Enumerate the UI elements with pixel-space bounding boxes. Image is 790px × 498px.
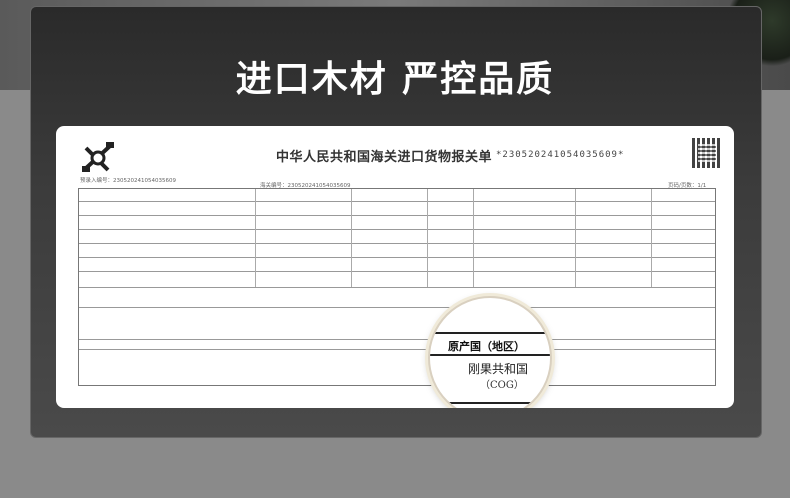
form-col-line: [255, 189, 256, 287]
magnifier-callout: 原产国（地区） 刚果共和国 （COG）: [428, 296, 552, 408]
origin-country-label: 原产国（地区）: [448, 340, 525, 353]
form-row-line: [79, 287, 715, 288]
form-row-line: [79, 215, 715, 216]
form-row-line: [79, 229, 715, 230]
declaration-form-grid: [78, 188, 716, 386]
form-row-line: [79, 339, 715, 340]
form-col-line: [427, 189, 428, 287]
form-col-line: [473, 189, 474, 287]
lens-rule: [430, 402, 550, 404]
form-col-line: [351, 189, 352, 287]
form-row-line: [79, 349, 715, 350]
pre-entry-number: 预录入编号：230520241054035609: [80, 178, 176, 184]
form-row-line: [79, 257, 715, 258]
form-col-line: [575, 189, 576, 287]
form-row-line: [79, 271, 715, 272]
origin-country-code: （COG）: [480, 380, 524, 391]
customs-declaration-document: 中华人民共和国海关进口货物报关单 *230520241054035609* 预录…: [56, 126, 734, 408]
form-row-line: [79, 201, 715, 202]
lens-rule: [430, 354, 550, 356]
origin-country-value: 刚果共和国: [468, 362, 529, 376]
barcode-number: *230520241054035609*: [496, 150, 625, 160]
lens-rule: [430, 332, 550, 334]
form-row-line: [79, 307, 715, 308]
form-row-line: [79, 243, 715, 244]
form-col-line: [651, 189, 652, 287]
customs-emblem-icon: [82, 142, 114, 172]
page-heading: 进口木材 严控品质: [235, 59, 555, 100]
document-title: 中华人民共和国海关进口货物报关单: [276, 150, 493, 165]
qr-code: [692, 138, 722, 168]
